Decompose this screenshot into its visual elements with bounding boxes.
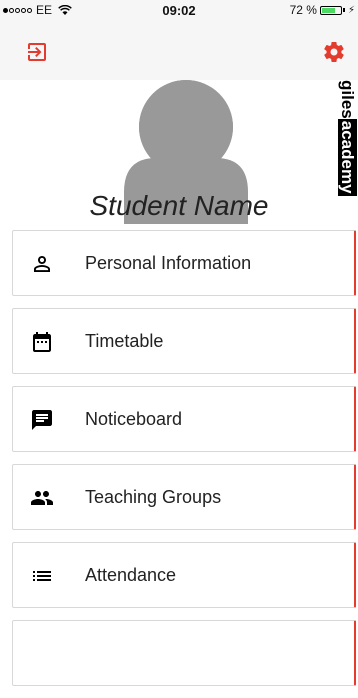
menu-item-label: Timetable [85, 331, 164, 351]
menu-item-teaching-groups[interactable]: Teaching Groups [12, 464, 356, 530]
gear-icon[interactable] [322, 40, 346, 64]
message-icon [32, 410, 52, 430]
menu-item-noticeboard[interactable]: Noticeboard [12, 386, 356, 452]
menu-item-attendance[interactable]: Attendance [12, 542, 356, 608]
charging-icon: ⚡ [347, 4, 355, 16]
menu-item-timetable[interactable]: Timetable [12, 308, 356, 374]
group-icon [31, 491, 53, 505]
menu-item-personal-information[interactable]: Personal Information [12, 230, 356, 296]
main-menu: Personal Information Timetable Noticeboa… [12, 230, 356, 698]
menu-item-label: Attendance [85, 565, 177, 585]
school-logo: gilesacademy [336, 80, 358, 228]
battery-icon [319, 5, 342, 15]
menu-item-label: Teaching Groups [85, 487, 222, 507]
student-name: Student Name [89, 190, 269, 221]
logo-text-academy: academy [338, 118, 357, 196]
menu-item-label: Personal Information [85, 253, 252, 273]
calendar-icon [33, 332, 51, 352]
app-header [0, 20, 358, 80]
battery-percent: 72 % [289, 3, 317, 17]
battery-status: 72 % ⚡ [290, 3, 355, 17]
list-icon [30, 564, 51, 581]
logout-icon[interactable] [25, 40, 49, 64]
menu-item-label: Noticeboard [85, 409, 183, 429]
status-bar: EE 09:02 72 % ⚡ [0, 0, 358, 20]
person-icon [34, 256, 50, 272]
logo-text-giles: giles [338, 80, 357, 119]
